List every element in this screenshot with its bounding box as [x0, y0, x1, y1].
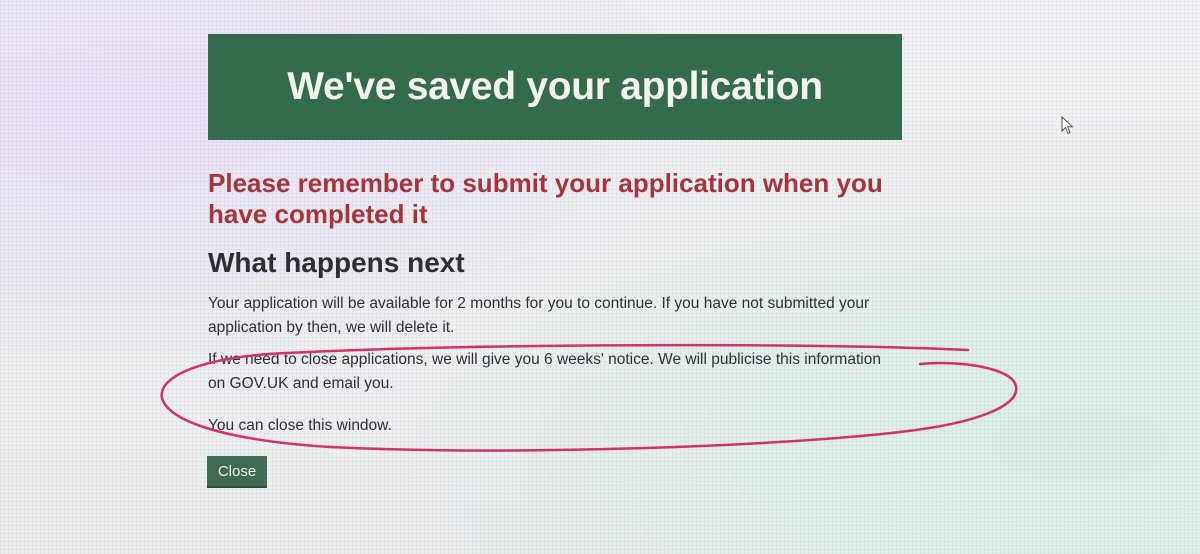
confirmation-banner: We've saved your application	[208, 34, 902, 140]
availability-paragraph: Your application will be available for 2…	[208, 295, 870, 336]
close-window-paragraph: You can close this window.	[208, 417, 392, 434]
banner-title: We've saved your application	[287, 65, 823, 108]
submit-reminder: Please remember to submit your applicati…	[208, 168, 883, 229]
what-happens-next-heading: What happens next	[208, 247, 465, 278]
closing-notice-paragraph: If we need to close applications, we wil…	[208, 351, 881, 392]
mouse-pointer-icon	[1061, 116, 1074, 135]
close-button[interactable]: Close	[207, 456, 267, 486]
